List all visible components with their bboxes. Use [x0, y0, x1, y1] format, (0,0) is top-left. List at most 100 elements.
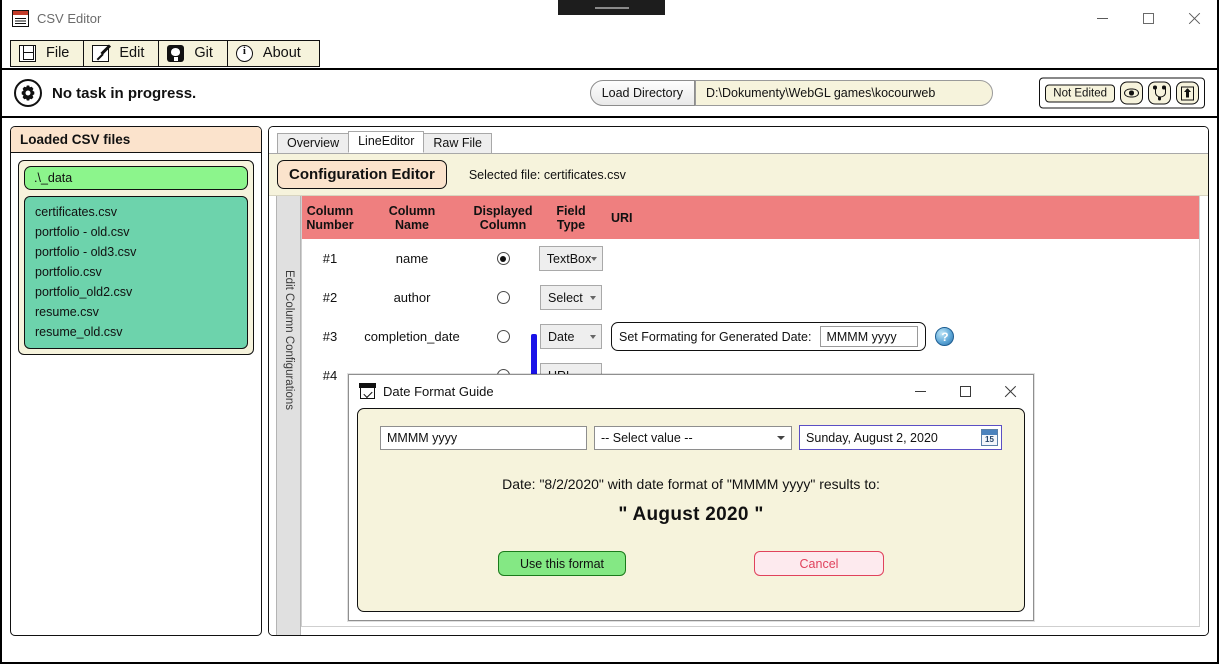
list-item[interactable]: portfolio - old.csv — [25, 222, 247, 242]
format-explanation-text: Date: "8/2/2020" with date format of "MM… — [502, 476, 880, 492]
calendar-check-icon — [359, 383, 376, 399]
calendar-picker-day: 15 — [985, 435, 994, 444]
displayed-column-radio[interactable] — [496, 291, 510, 304]
maximize-button[interactable] — [1125, 0, 1171, 38]
gear-icon — [14, 79, 42, 107]
menu-item-git-label: Git — [194, 45, 213, 61]
column-header-name: Column Name — [388, 203, 436, 232]
tab-rawfile[interactable]: Raw File — [423, 133, 493, 153]
row-column-name: completion_date — [364, 329, 460, 344]
row-fieldtype-cell: Date — [540, 324, 602, 349]
row-number: #3 — [322, 329, 338, 344]
row-displayed-cell — [466, 291, 540, 304]
list-item[interactable]: resume.csv — [25, 302, 247, 322]
row-column-name: name — [395, 251, 429, 266]
dialog-input-row: MMMM yyyy -- Select value -- Sunday, Aug… — [358, 425, 1024, 450]
menubar: File Edit Git About — [2, 38, 1217, 70]
edit-state-badge: Not Edited — [1045, 84, 1115, 102]
menu-item-git[interactable]: Git — [159, 40, 228, 66]
csv-file-list: certificates.csv portfolio - old.csv por… — [24, 196, 248, 349]
displayed-column-radio[interactable] — [496, 330, 510, 343]
selected-file-label: Selected file: certificates.csv — [468, 167, 626, 182]
directory-path-input[interactable]: D:\Dokumenty\WebGL games\kocourweb — [695, 80, 993, 106]
date-format-label: Set Formating for Generated Date: — [619, 329, 812, 344]
date-format-guide-dialog: Date Format Guide MMMM yyyy -- Select va… — [348, 374, 1034, 621]
tab-lineeditor[interactable]: LineEditor — [348, 131, 425, 153]
chevron-down-icon — [777, 435, 786, 440]
use-this-format-button[interactable]: Use this format — [498, 551, 626, 576]
git-branch-icon — [1153, 85, 1166, 101]
table-row: #1 name TextBox — [302, 239, 1199, 278]
menu-item-edit-label: Edit — [119, 45, 145, 61]
dialog-maximize-button[interactable] — [943, 375, 988, 408]
dialog-titlebar: Date Format Guide — [349, 375, 1033, 408]
list-item[interactable]: portfolio_old2.csv — [25, 282, 247, 302]
view-changes-button[interactable] — [1120, 81, 1143, 105]
help-question-icon[interactable] — [935, 327, 955, 346]
sample-date-picker[interactable]: Sunday, August 2, 2020 15 — [799, 425, 1002, 450]
format-string-input[interactable]: MMMM yyyy — [380, 425, 587, 450]
window-controls — [1079, 0, 1217, 38]
chevron-down-icon — [591, 256, 598, 261]
dialog-content: MMMM yyyy -- Select value -- Sunday, Aug… — [357, 408, 1025, 612]
table-row: #3 completion_date Date Set Formating fo… — [302, 317, 1199, 356]
window-titlebar: CSV Editor — [2, 0, 1217, 38]
csv-file-icon — [12, 10, 29, 27]
list-item[interactable]: certificates.csv — [25, 202, 247, 222]
minimize-button[interactable] — [1079, 0, 1125, 38]
list-item[interactable]: portfolio.csv — [25, 262, 247, 282]
dialog-title: Date Format Guide — [383, 384, 494, 399]
table-row: #2 author Select — [302, 278, 1199, 317]
format-preset-select[interactable]: -- Select value -- — [593, 425, 793, 450]
menu-item-edit[interactable]: Edit — [84, 40, 160, 66]
dialog-close-button[interactable] — [988, 375, 1033, 408]
row-uri-cell: Set Formating for Generated Date: MMMM y… — [602, 322, 1199, 351]
column-header-uri: URI — [611, 210, 633, 225]
current-directory-chip[interactable]: .\_data — [24, 166, 248, 190]
format-result-value: " August 2020 " — [618, 504, 764, 525]
menu-item-file[interactable]: File — [11, 40, 85, 66]
table-header-row: Column Number Column Name Displayed Colu… — [302, 196, 1199, 239]
row-column-name: author — [393, 290, 431, 305]
status-action-bar: No task in progress. Load Directory D:\D… — [2, 70, 1217, 118]
dialog-window-controls — [898, 375, 1033, 408]
field-type-value: Date — [548, 329, 575, 344]
load-directory-button[interactable]: Load Directory — [589, 80, 695, 106]
field-type-select[interactable]: Select — [540, 285, 602, 310]
row-displayed-cell — [466, 252, 540, 265]
date-format-input[interactable]: MMMM yyyy — [820, 326, 919, 347]
tab-overview[interactable]: Overview — [277, 133, 350, 153]
dialog-minimize-button[interactable] — [898, 375, 943, 408]
git-branch-button[interactable] — [1148, 81, 1171, 105]
github-icon — [167, 44, 185, 62]
save-icon — [19, 44, 36, 62]
field-type-select[interactable]: Date — [540, 324, 602, 349]
cancel-button[interactable]: Cancel — [754, 551, 884, 576]
window-drag-handle[interactable] — [558, 0, 665, 15]
menu-item-about-label: About — [262, 45, 301, 61]
menu-group: File Edit Git About — [10, 39, 320, 67]
list-item[interactable]: portfolio - old3.csv — [25, 242, 247, 262]
pencil-icon — [92, 44, 110, 62]
row-displayed-cell — [466, 330, 540, 343]
row-number: #1 — [322, 251, 338, 266]
dialog-buttons: Use this format Cancel — [358, 551, 1024, 576]
file-browser: .\_data certificates.csv portfolio - old… — [18, 160, 254, 355]
list-item[interactable]: resume_old.csv — [25, 322, 247, 342]
edit-column-configurations-rail[interactable]: Edit Column Configurations — [276, 196, 301, 635]
row-fieldtype-cell: Select — [540, 285, 602, 310]
column-header-fieldtype: Field Type — [556, 203, 586, 232]
commit-push-button[interactable] — [1176, 81, 1199, 105]
format-preset-value: -- Select value -- — [600, 430, 693, 445]
menu-item-file-label: File — [46, 45, 70, 61]
displayed-column-radio[interactable] — [496, 252, 510, 265]
loaded-files-header: Loaded CSV files — [11, 127, 261, 153]
row-number: #2 — [322, 290, 338, 305]
close-button[interactable] — [1171, 0, 1217, 38]
calendar-picker-icon[interactable]: 15 — [981, 429, 998, 446]
configuration-bar: Configuration Editor Selected file: cert… — [269, 154, 1208, 196]
field-type-select[interactable]: TextBox — [538, 246, 604, 271]
menu-item-about[interactable]: About — [228, 41, 319, 66]
configuration-editor-button[interactable]: Configuration Editor — [277, 160, 447, 189]
row-fieldtype-cell: TextBox — [538, 246, 604, 271]
